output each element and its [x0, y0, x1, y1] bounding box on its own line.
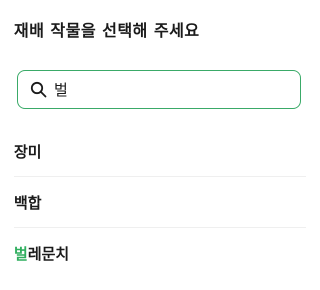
list-item-label: 장미	[14, 143, 42, 161]
list-item[interactable]: 백합	[0, 177, 320, 228]
result-list: 장미 백합 벌레문치	[0, 126, 320, 279]
list-item-label: 백합	[14, 194, 42, 212]
crop-selection-screen: 재배 작물을 선택해 주세요 장미 백합 벌레문치	[0, 0, 320, 290]
search-box[interactable]	[17, 70, 301, 109]
page-title: 재배 작물을 선택해 주세요	[14, 21, 200, 40]
search-input[interactable]	[54, 77, 284, 102]
match-highlight: 벌	[14, 245, 28, 263]
list-item-label: 벌레문치	[14, 245, 70, 263]
list-item[interactable]: 장미	[0, 126, 320, 177]
search-icon	[29, 81, 47, 99]
list-item[interactable]: 벌레문치	[0, 228, 320, 279]
